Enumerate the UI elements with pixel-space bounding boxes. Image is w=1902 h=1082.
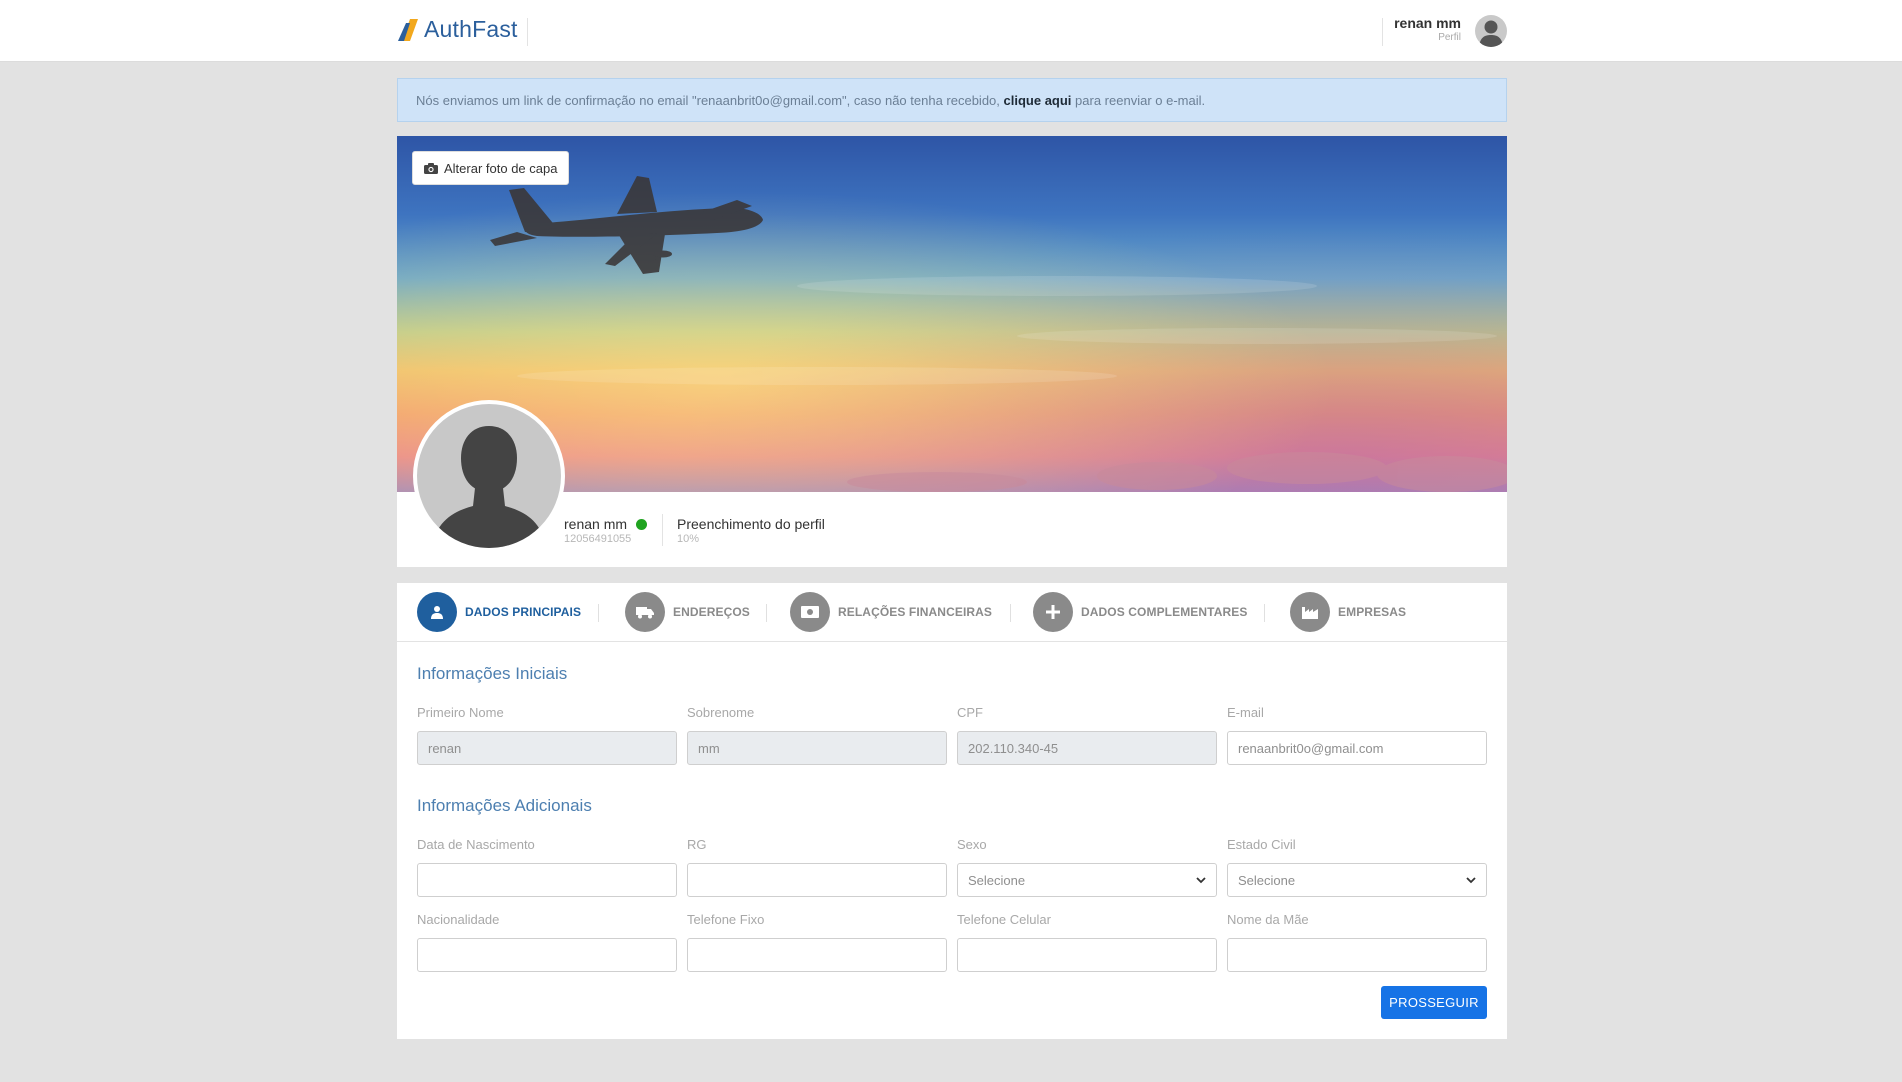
profile-name: renan mm [564, 516, 648, 532]
mobile-field[interactable] [957, 938, 1217, 972]
app-name: AuthFast [424, 16, 518, 42]
sex-select[interactable]: Selecione [957, 863, 1217, 897]
profile-completion-title: Preenchimento do perfil [677, 516, 825, 532]
civil-status-select-value: Selecione [1238, 872, 1296, 888]
tab-empresas[interactable]: EMPRESAS [1290, 591, 1406, 633]
chevron-down-icon [1196, 876, 1206, 883]
divider [1264, 604, 1265, 622]
first-name-label: Primeiro Nome [417, 705, 504, 720]
divider [1010, 604, 1011, 622]
first-name-value: renan [428, 740, 462, 756]
tab-bar: DADOS PRINCIPAIS ENDEREÇOS RELAÇÕES FINA… [397, 583, 1507, 642]
change-cover-label: Alterar foto de capa [444, 160, 558, 176]
confirmation-alert: Nós enviamos um link de confirmação no e… [397, 78, 1507, 122]
profile-id: 12056491055 [564, 533, 632, 545]
cpf-label: CPF [957, 705, 983, 720]
logo-icon [398, 18, 418, 41]
civil-status-label: Estado Civil [1227, 837, 1296, 852]
tab-label: DADOS COMPLEMENTARES [1081, 605, 1248, 619]
plus-icon [1033, 592, 1073, 632]
nationality-label: Nacionalidade [417, 912, 500, 927]
mother-name-label: Nome da Mãe [1227, 912, 1309, 927]
tab-label: ENDEREÇOS [673, 605, 750, 619]
tab-label: DADOS PRINCIPAIS [465, 605, 582, 619]
tab-dados-principais[interactable]: DADOS PRINCIPAIS [417, 591, 581, 633]
phone-field[interactable] [687, 938, 947, 972]
civil-status-select[interactable]: Selecione [1227, 863, 1487, 897]
rg-field[interactable] [687, 863, 947, 897]
airplane-silhouette [490, 176, 1507, 492]
factory-icon [1290, 592, 1330, 632]
last-name-value: mm [698, 740, 720, 756]
profile-avatar[interactable] [413, 400, 565, 552]
header-user-name: renan mm [1394, 15, 1461, 31]
email-field[interactable]: renaanbrit0o@gmail.com [1227, 731, 1487, 765]
birth-date-label: Data de Nascimento [417, 837, 535, 852]
divider [766, 604, 767, 622]
divider [598, 604, 599, 622]
user-menu[interactable]: renan mm Perfil [1394, 15, 1461, 43]
truck-icon [625, 592, 665, 632]
rg-label: RG [687, 837, 707, 852]
tab-enderecos[interactable]: ENDEREÇOS [625, 591, 750, 633]
cover-photo: Alterar foto de capa [397, 136, 1507, 492]
tab-label: RELAÇÕES FINANCEIRAS [838, 605, 993, 619]
divider [527, 18, 528, 46]
money-icon [790, 592, 830, 632]
last-name-label: Sobrenome [687, 705, 755, 720]
last-name-field[interactable]: mm [687, 731, 947, 765]
phone-label: Telefone Fixo [687, 912, 765, 927]
online-status-dot [636, 518, 648, 530]
email-label: E-mail [1227, 705, 1264, 720]
birth-date-field[interactable] [417, 863, 677, 897]
top-navbar: AuthFast renan mm Perfil [0, 0, 1902, 62]
profile-completion-value: 10% [677, 533, 700, 545]
proceed-button[interactable]: PROSSEGUIR [1381, 986, 1487, 1019]
sex-select-value: Selecione [968, 872, 1026, 888]
email-value: renaanbrit0o@gmail.com [1238, 740, 1384, 756]
avatar[interactable] [1475, 15, 1507, 47]
tab-label: EMPRESAS [1338, 605, 1407, 619]
cpf-field[interactable]: 202.110.340-45 [957, 731, 1217, 765]
cpf-value: 202.110.340-45 [968, 740, 1059, 756]
divider [1382, 18, 1383, 46]
sex-label: Sexo [957, 837, 987, 852]
change-cover-button[interactable]: Alterar foto de capa [412, 151, 570, 185]
resend-email-link[interactable]: clique aqui [1004, 93, 1072, 108]
user-icon [417, 592, 457, 632]
tab-relacoes-financeiras[interactable]: RELAÇÕES FINANCEIRAS [790, 591, 992, 633]
user-silhouette-icon [431, 426, 547, 548]
divider [662, 514, 663, 546]
mobile-label: Telefone Celular [957, 912, 1051, 927]
section-title-initial: Informações Iniciais [417, 664, 568, 683]
app-logo[interactable]: AuthFast [396, 16, 518, 43]
camera-icon [424, 162, 438, 174]
first-name-field[interactable]: renan [417, 731, 677, 765]
nationality-field[interactable] [417, 938, 677, 972]
user-silhouette-icon [1479, 20, 1503, 47]
mother-name-field[interactable] [1227, 938, 1487, 972]
profile-form: DADOS PRINCIPAIS ENDEREÇOS RELAÇÕES FINA… [397, 583, 1507, 1039]
header-user-sub: Perfil [1438, 32, 1461, 43]
alert-text-end: para reenviar o e-mail. [1075, 93, 1206, 108]
section-title-additional: Informações Adicionais [417, 796, 592, 815]
chevron-down-icon [1466, 876, 1476, 883]
alert-text: Nós enviamos um link de confirmação no e… [416, 93, 1000, 108]
tab-dados-complementares[interactable]: DADOS COMPLEMENTARES [1033, 591, 1247, 633]
profile-name-text: renan mm [564, 516, 628, 532]
